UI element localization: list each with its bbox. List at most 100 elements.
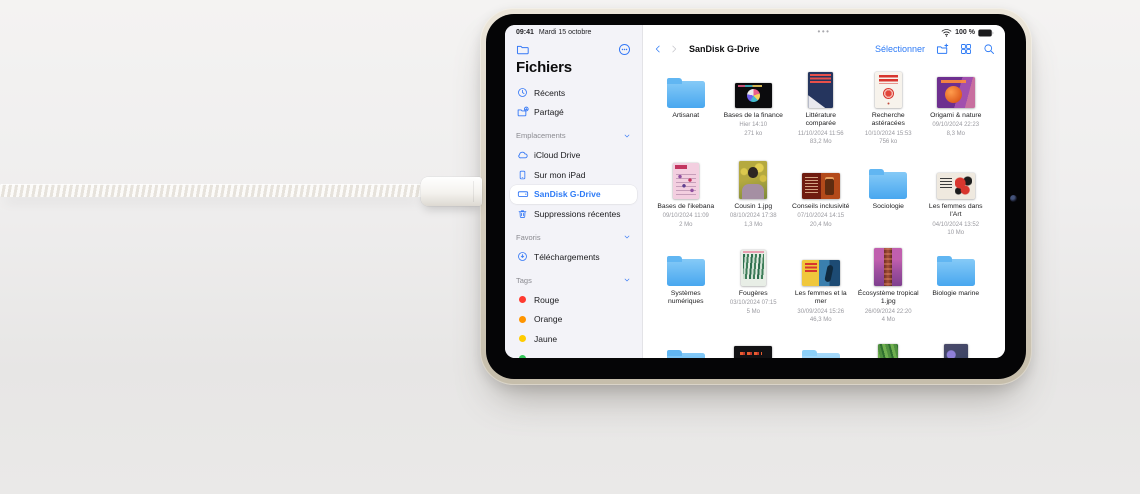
tag-dot [519, 316, 526, 323]
ipad-icon [516, 169, 529, 181]
sidebar-item-partial-tag[interactable] [510, 349, 637, 359]
desk-background: 09:41 Mardi 15 octobre 100 % Fichiers Ré… [0, 0, 1140, 494]
location-title: SanDisk G-Drive [689, 44, 760, 54]
grid-item-partial[interactable] [787, 342, 855, 358]
grid-item-les-femmes-dans-l-art[interactable]: Les femmes dans l'Art04/10/2024 13:5210 … [922, 161, 990, 248]
file-meta: 11/10/2024 11:5683,2 Mo [798, 130, 844, 146]
file-name: Fougères [739, 290, 768, 298]
sidebar-item-label: Rouge [534, 295, 559, 305]
file-meta: 30/09/2024 15:2646,3 Mo [797, 308, 844, 324]
tag-dot [519, 296, 526, 303]
file-name: Origami & nature [930, 112, 981, 120]
grid-item-cousin-1-jpg[interactable]: Cousin 1.jpg08/10/2024 17:381,3 Mo [720, 161, 788, 248]
folder-icon [802, 353, 840, 358]
section-label: Emplacements [516, 131, 566, 140]
sidebar-item-label: SanDisk G-Drive [534, 189, 601, 199]
file-thumbnail [735, 83, 772, 108]
sidebar-item-t-l-chargements[interactable]: Téléchargements [510, 247, 637, 267]
file-name: Littérature comparée [790, 112, 852, 129]
file-grid: Artisanat Bases de la financeHier 14:1027… [652, 70, 1005, 358]
sidebar-section-emplacements[interactable]: Emplacements [505, 126, 642, 146]
sidebar-item-r-cents[interactable]: Récents [510, 83, 637, 103]
drive-icon [516, 188, 529, 200]
grid-item--cosyst-me-tropical-1-jpg[interactable]: Écosystème tropical 1.jpg26/09/2024 22:2… [855, 248, 923, 342]
grid-item-partial[interactable] [922, 342, 990, 358]
grid-item-conseils-inclusivit-[interactable]: Conseils inclusivité07/10/2024 14:1520,4… [787, 161, 855, 248]
file-thumbnail [808, 72, 833, 108]
tag-dot-wrap [516, 335, 529, 342]
content-toolbar: SanDisk G-Drive Sélectionner [643, 39, 1005, 59]
select-button[interactable]: Sélectionner [875, 44, 925, 54]
chevron-down-icon [623, 276, 631, 284]
folder-icon [667, 259, 705, 286]
file-name: Recherche astéracées [857, 112, 919, 129]
file-meta: 04/10/2024 13:5210 Mo [932, 221, 979, 237]
trash-icon [516, 208, 529, 220]
grid-item-recherche-ast-rac-es[interactable]: Recherche astéracées10/10/2024 15:53756 … [855, 70, 923, 161]
grid-item-artisanat[interactable]: Artisanat [652, 70, 720, 161]
sidebar-item-label: Sur mon iPad [534, 170, 586, 180]
forward-button[interactable] [669, 43, 679, 55]
grid-item-bases-de-l-ikebana[interactable]: Bases de l'ikebana09/10/2024 11:092 Mo [652, 161, 720, 248]
grid-item-foug-res[interactable]: Fougères03/10/2024 07:155 Mo [720, 248, 788, 342]
file-thumbnail [734, 346, 772, 358]
sidebar-item-sandisk-g-drive[interactable]: SanDisk G-Drive [510, 185, 637, 205]
tag-dot-wrap [516, 296, 529, 303]
chevron-down-icon [623, 233, 631, 241]
sidebar-section-favoris[interactable]: Favoris [505, 228, 642, 248]
sidebar-item-label: Téléchargements [534, 252, 600, 262]
folder-icon [667, 353, 705, 358]
sidebar-item-icloud-drive[interactable]: iCloud Drive [510, 146, 637, 166]
grid-item-partial[interactable] [855, 342, 923, 358]
file-name: Les femmes dans l'Art [925, 203, 987, 220]
file-name: Artisanat [672, 112, 699, 120]
grid-item-partial[interactable] [652, 342, 720, 358]
grid-row: Systèmes numériquesFougères03/10/2024 07… [652, 248, 1005, 342]
sidebar-item-jaune[interactable]: Jaune [510, 329, 637, 349]
grid-item-les-femmes-et-la-mer[interactable]: Les femmes et la mer30/09/2024 15:2646,3… [787, 248, 855, 342]
search-icon[interactable] [983, 43, 995, 55]
grid-item-partial[interactable] [720, 342, 788, 358]
shared-folder-icon [516, 106, 529, 118]
sidebar-item-rouge[interactable]: Rouge [510, 290, 637, 310]
files-content-pane: ••• SanDisk G-Drive Sélectionner Artisan… [643, 25, 1005, 358]
file-thumbnail [878, 344, 898, 358]
section-label: Tags [516, 276, 532, 285]
file-thumbnail [802, 173, 840, 199]
folder-icon[interactable] [516, 43, 529, 56]
file-meta: 10/10/2024 15:53756 ko [865, 130, 912, 146]
download-icon [516, 251, 529, 262]
clock-icon [516, 87, 529, 98]
new-folder-icon[interactable] [936, 43, 949, 56]
grid-row: Artisanat Bases de la financeHier 14:1027… [652, 70, 1005, 161]
sidebar-item-sur-mon-ipad[interactable]: Sur mon iPad [510, 165, 637, 185]
sidebar-item-orange[interactable]: Orange [510, 310, 637, 330]
grid-item-origami-nature[interactable]: Origami & nature09/10/2024 22:238,3 Mo [922, 70, 990, 161]
grid-item-biologie-marine[interactable]: Biologie marine [922, 248, 990, 342]
file-thumbnail [937, 77, 975, 108]
sidebar-item-partag-[interactable]: Partagé [510, 103, 637, 123]
file-meta: 07/10/2024 14:1520,4 Mo [797, 212, 844, 228]
grid-item-sociologie[interactable]: Sociologie [855, 161, 923, 248]
front-camera [1010, 195, 1017, 202]
chevron-down-icon [623, 132, 631, 140]
grid-item-litt-rature-compar-e[interactable]: Littérature comparée11/10/2024 11:5683,2… [787, 70, 855, 161]
sidebar-item-label: Partagé [534, 107, 564, 117]
folder-icon [667, 81, 705, 108]
ellipsis-circle-icon[interactable] [618, 43, 631, 56]
sidebar-item-suppressions-r-centes[interactable]: Suppressions récentes [510, 204, 637, 224]
grid-view-icon[interactable] [960, 43, 972, 55]
multitasking-indicator[interactable]: ••• [643, 27, 1005, 36]
grid-item-bases-de-la-finance[interactable]: Bases de la financeHier 14:10271 ko [720, 70, 788, 161]
sidebar-item-label: Suppressions récentes [534, 209, 620, 219]
file-meta: 09/10/2024 11:092 Mo [663, 212, 709, 228]
file-thumbnail [875, 72, 902, 108]
grid-item-syst-mes-num-riques[interactable]: Systèmes numériques [652, 248, 720, 342]
file-thumbnail [944, 344, 968, 358]
file-name: Cousin 1.jpg [734, 203, 772, 211]
back-button[interactable] [653, 43, 663, 55]
file-name: Conseils inclusivité [792, 203, 849, 211]
grid-row: Bases de l'ikebana09/10/2024 11:092 MoCo… [652, 161, 1005, 248]
sidebar-section-tags[interactable]: Tags [505, 271, 642, 291]
file-thumbnail [802, 260, 840, 286]
